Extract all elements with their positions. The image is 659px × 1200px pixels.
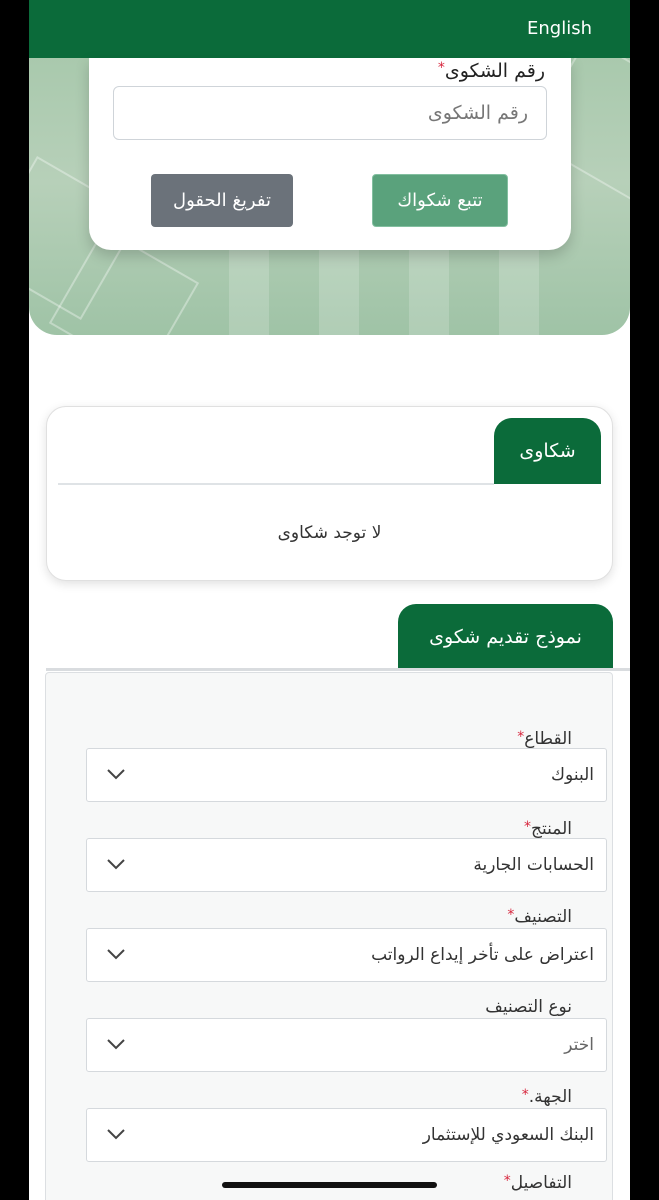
- entity-label-text: الجهة.: [528, 1087, 572, 1107]
- complaints-card: شكاوى لا توجد شكاوى: [46, 406, 613, 581]
- page: English رقم الشكوى* تتبع شكواك تفريغ الح…: [29, 0, 630, 1200]
- product-label-text: المنتج: [531, 819, 572, 839]
- form-tab-divider: [46, 668, 630, 671]
- chevron-down-icon: [107, 949, 125, 960]
- hero-stripe: [229, 248, 269, 335]
- hero-stripe: [499, 248, 539, 335]
- track-complaint-card: رقم الشكوى* تتبع شكواك تفريغ الحقول: [89, 58, 571, 250]
- classification-select[interactable]: اعتراض على تأخر إيداع الرواتب: [86, 928, 607, 982]
- complaint-number-label: رقم الشكوى*: [434, 60, 545, 82]
- top-bar: English: [29, 0, 630, 58]
- product-label: المنتج*: [520, 819, 572, 839]
- classification-type-value: اختر: [564, 1035, 594, 1055]
- required-mark: *: [437, 60, 445, 76]
- required-mark: *: [503, 1173, 511, 1189]
- entity-select[interactable]: البنك السعودي للإستثمار: [86, 1108, 607, 1162]
- tab-submit-complaint-form[interactable]: نموذج تقديم شكوى: [398, 604, 613, 669]
- language-switch-link[interactable]: English: [527, 18, 592, 39]
- required-mark: *: [524, 819, 532, 835]
- complaint-form: القطاع* البنوك المنتج* الحسابات الجارية …: [45, 672, 613, 1200]
- required-mark: *: [521, 1087, 529, 1103]
- details-label: التفاصيل*: [500, 1173, 572, 1193]
- product-value: الحسابات الجارية: [473, 855, 594, 875]
- home-indicator: [222, 1182, 437, 1188]
- tab-complaints[interactable]: شكاوى: [494, 418, 601, 484]
- chevron-down-icon: [107, 859, 125, 870]
- sector-label: القطاع*: [513, 729, 572, 749]
- entity-value: البنك السعودي للإستثمار: [422, 1125, 594, 1145]
- details-label-text: التفاصيل: [510, 1173, 572, 1193]
- classification-type-select[interactable]: اختر: [86, 1018, 607, 1072]
- chevron-down-icon: [107, 1039, 125, 1050]
- entity-label: الجهة.*: [518, 1087, 572, 1107]
- clear-fields-button[interactable]: تفريغ الحقول: [151, 174, 293, 227]
- hero-stripe: [409, 248, 449, 335]
- classification-value: اعتراض على تأخر إيداع الرواتب: [371, 945, 594, 965]
- classification-label: التصنيف*: [503, 907, 572, 927]
- track-complaint-button[interactable]: تتبع شكواك: [372, 174, 508, 227]
- sector-label-text: القطاع: [524, 729, 572, 749]
- no-complaints-message: لا توجد شكاوى: [277, 523, 382, 543]
- classification-type-label: نوع التصنيف: [485, 997, 572, 1017]
- complaint-number-label-text: رقم الشكوى: [444, 60, 545, 82]
- complaint-number-input[interactable]: [113, 86, 547, 140]
- tab-divider: [58, 483, 494, 485]
- classification-type-label-text: نوع التصنيف: [485, 997, 572, 1017]
- chevron-down-icon: [107, 769, 125, 780]
- chevron-down-icon: [107, 1129, 125, 1140]
- product-select[interactable]: الحسابات الجارية: [86, 838, 607, 892]
- hero-stripe: [319, 248, 359, 335]
- classification-label-text: التصنيف: [514, 907, 572, 927]
- sector-select[interactable]: البنوك: [86, 748, 607, 802]
- sector-value: البنوك: [551, 765, 594, 785]
